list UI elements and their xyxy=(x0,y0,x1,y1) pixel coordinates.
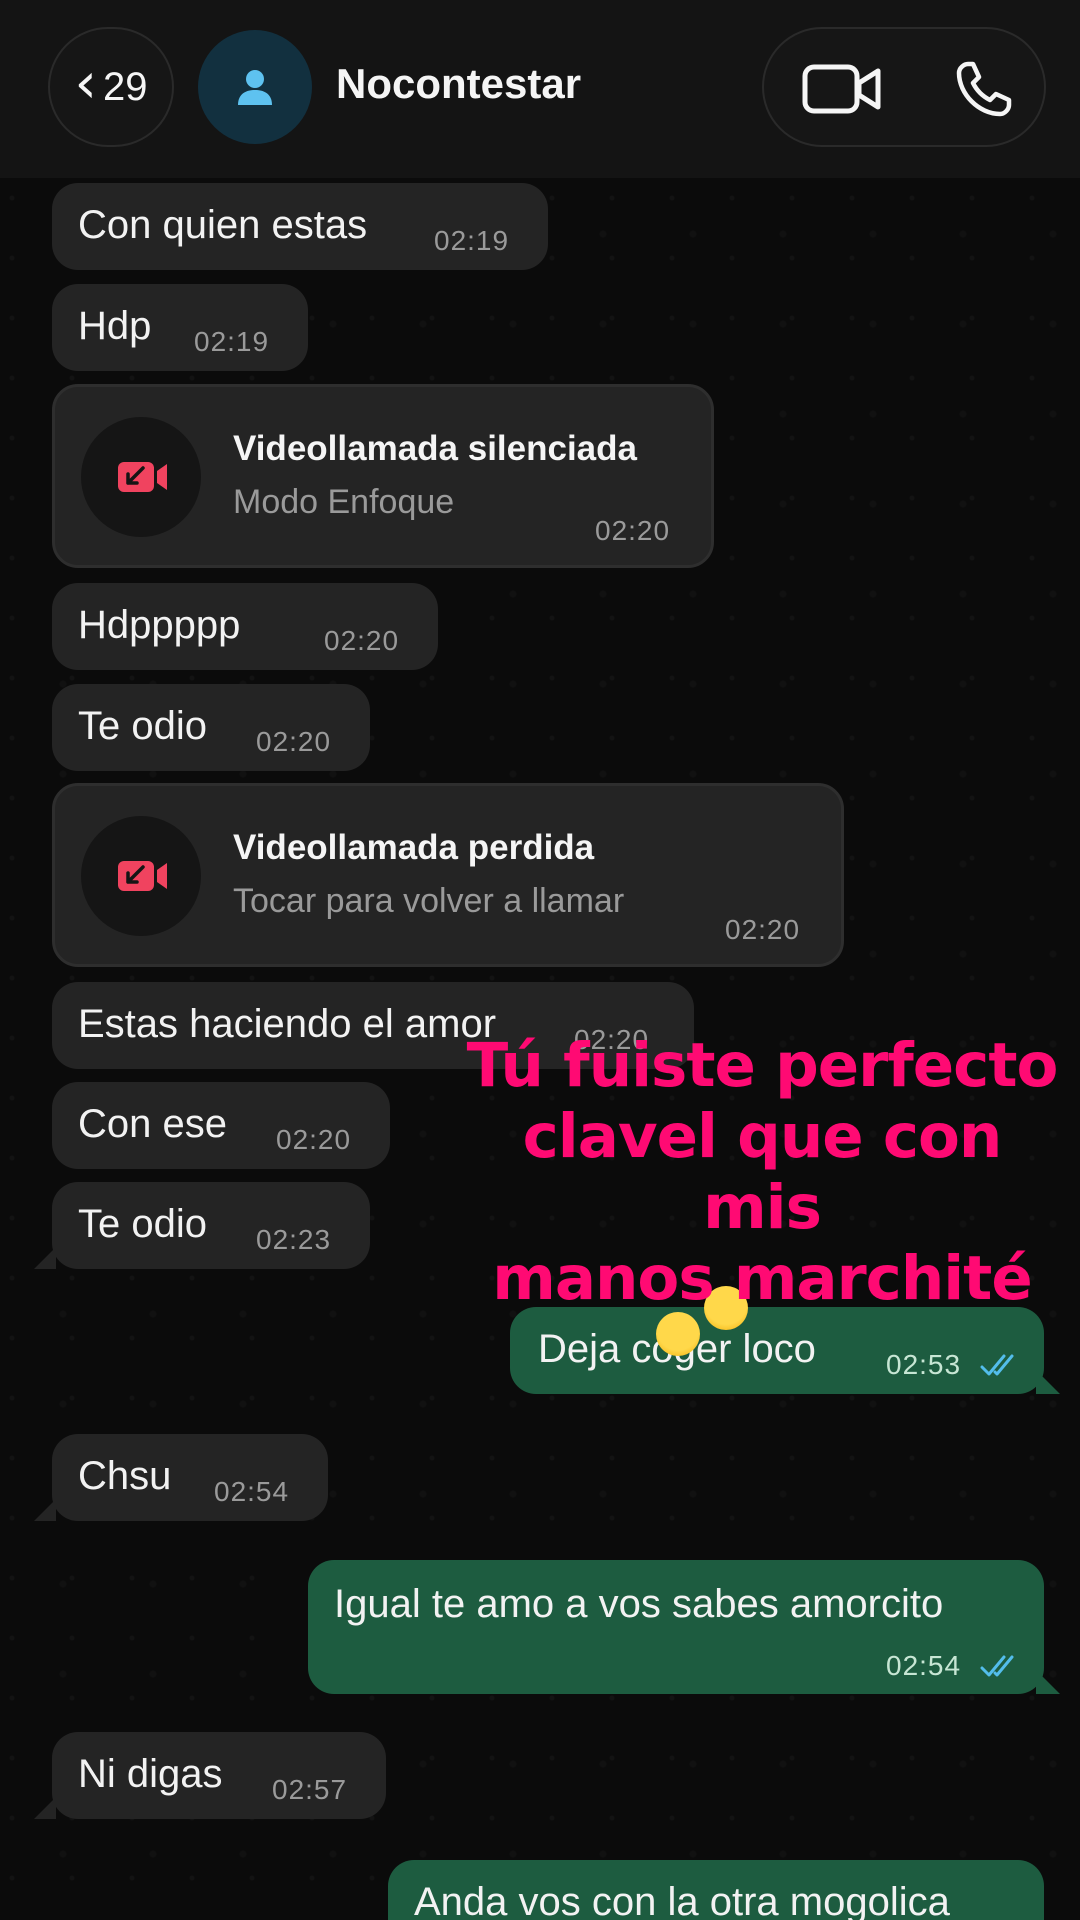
message-text: Ni digas xyxy=(78,1752,223,1796)
overlay-line: Tú fuiste perfecto xyxy=(466,1030,1059,1101)
call-message-card[interactable]: Videollamada perdida Tocar para volver a… xyxy=(52,783,844,967)
message-outgoing[interactable]: Igual te amo a vos sabes amorcito 02:54 xyxy=(308,1560,1044,1694)
message-incoming[interactable]: Chsu 02:54 xyxy=(52,1434,328,1521)
message-time: 02:54 xyxy=(214,1476,290,1507)
video-camera-icon[interactable] xyxy=(802,61,882,117)
message-incoming[interactable]: Te odio 02:20 xyxy=(52,684,370,771)
message-time: 02:54 xyxy=(886,1650,962,1681)
message-time: 02:20 xyxy=(595,515,671,546)
missed-video-call-icon xyxy=(118,462,167,492)
bubble-tail xyxy=(34,1499,56,1521)
tears-of-joy-emoji xyxy=(656,1312,700,1356)
message-outgoing[interactable]: Anda vos con la otra mogolica xyxy=(388,1860,1044,1920)
call-subtitle: Modo Enfoque xyxy=(233,483,455,521)
double-check-icon xyxy=(980,1655,1014,1677)
message-outgoing[interactable]: Deja coger loco 02:53 xyxy=(510,1307,1044,1394)
message-incoming[interactable]: Te odio 02:23 xyxy=(52,1182,370,1269)
call-title: Videollamada silenciada xyxy=(233,429,637,468)
message-text: Hdppppp xyxy=(78,603,241,647)
message-text: Te odio xyxy=(78,1202,207,1246)
message-incoming[interactable]: Con ese 02:20 xyxy=(52,1082,390,1169)
message-time: 02:19 xyxy=(434,225,510,256)
bubble-tail xyxy=(34,1797,56,1819)
message-time: 02:19 xyxy=(194,326,270,357)
contact-name[interactable]: Nocontestar xyxy=(336,60,581,108)
overlay-line: manos marchité xyxy=(492,1243,1032,1314)
chevron-left-icon: ‹ xyxy=(74,51,97,116)
bubble-tail xyxy=(1036,1670,1060,1694)
person-icon xyxy=(238,70,272,105)
chat-header: ‹ 29 Nocontestar xyxy=(0,0,1080,178)
call-message-card[interactable]: Videollamada silenciada Modo Enfoque 02:… xyxy=(52,384,714,568)
back-button[interactable]: ‹ 29 xyxy=(48,27,174,147)
avatar[interactable] xyxy=(198,30,312,144)
message-time: 02:20 xyxy=(725,914,801,945)
message-incoming[interactable]: Hdp 02:19 xyxy=(52,284,308,371)
overlay-line: clavel que con mis xyxy=(522,1101,1003,1243)
message-time: 02:20 xyxy=(276,1124,352,1155)
message-text: Igual te amo a vos sabes amorcito xyxy=(334,1582,944,1626)
message-text: Estas haciendo el amor xyxy=(78,1002,497,1046)
message-text: Chsu xyxy=(78,1454,172,1498)
message-time: 02:23 xyxy=(256,1224,332,1255)
story-text-overlay: Tú fuiste perfecto clavel que con mis ma… xyxy=(462,1030,1062,1314)
message-text: Con quien estas xyxy=(78,203,368,247)
message-time: 02:20 xyxy=(324,625,400,656)
double-check-icon xyxy=(980,1354,1014,1376)
message-incoming[interactable]: Ni digas 02:57 xyxy=(52,1732,386,1819)
chat-screen: { "header": { "back_count": "29", "conta… xyxy=(0,0,1080,1920)
message-text: Te odio xyxy=(78,704,207,748)
message-time: 02:53 xyxy=(886,1349,962,1380)
unread-count: 29 xyxy=(102,64,148,109)
call-icon-background xyxy=(81,417,201,537)
message-text: Con ese xyxy=(78,1102,227,1146)
missed-video-call-icon xyxy=(118,861,167,891)
message-text: Anda vos con la otra mogolica xyxy=(414,1880,950,1920)
message-time: 02:57 xyxy=(272,1774,348,1805)
message-incoming[interactable]: Hdppppp 02:20 xyxy=(52,583,438,670)
call-icon-background xyxy=(81,816,201,936)
call-actions xyxy=(762,27,1046,147)
phone-icon[interactable] xyxy=(954,59,1014,119)
message-text: Hdp xyxy=(78,304,152,348)
bubble-tail xyxy=(34,1247,56,1269)
message-incoming[interactable]: Con quien estas 02:19 xyxy=(52,183,548,270)
call-title: Videollamada perdida xyxy=(233,828,595,867)
call-subtitle: Tocar para volver a llamar xyxy=(233,882,625,920)
message-time: 02:20 xyxy=(256,726,332,757)
bubble-tail xyxy=(1036,1370,1060,1394)
